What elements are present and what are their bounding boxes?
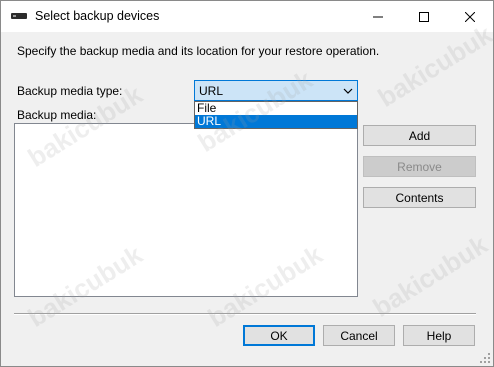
watermark-text: bakicubuk: [372, 19, 494, 113]
backup-media-label: Backup media:: [17, 108, 97, 122]
ok-button[interactable]: OK: [243, 325, 315, 346]
select-backup-devices-dialog: Select backup devices Specify the backup…: [0, 0, 494, 367]
media-type-combobox[interactable]: URL: [194, 80, 358, 101]
minimize-button[interactable]: [355, 1, 401, 32]
instructions-text: Specify the backup media and its locatio…: [17, 44, 380, 58]
chevron-down-icon: [343, 88, 353, 94]
cancel-button[interactable]: Cancel: [323, 325, 395, 346]
close-button[interactable]: [447, 1, 493, 32]
window-title: Select backup devices: [35, 9, 160, 23]
resize-grip-icon[interactable]: [479, 352, 491, 364]
remove-button[interactable]: Remove: [363, 156, 476, 177]
backup-device-icon: [11, 13, 27, 19]
help-button[interactable]: Help: [403, 325, 475, 346]
maximize-icon: [419, 11, 429, 22]
backup-media-list[interactable]: [14, 123, 358, 297]
media-type-selected-value: URL: [199, 84, 224, 98]
watermark-text: bakicubuk: [367, 229, 493, 323]
maximize-button[interactable]: [401, 1, 447, 32]
minimize-icon: [373, 16, 383, 17]
media-type-dropdown-list[interactable]: File URL: [194, 101, 358, 129]
media-type-label: Backup media type:: [17, 84, 123, 98]
contents-button[interactable]: Contents: [363, 187, 476, 208]
close-icon: [465, 11, 475, 22]
dropdown-option-url[interactable]: URL: [195, 115, 357, 128]
title-bar[interactable]: Select backup devices: [1, 1, 493, 32]
add-button[interactable]: Add: [363, 125, 476, 146]
footer-divider: [14, 313, 476, 315]
